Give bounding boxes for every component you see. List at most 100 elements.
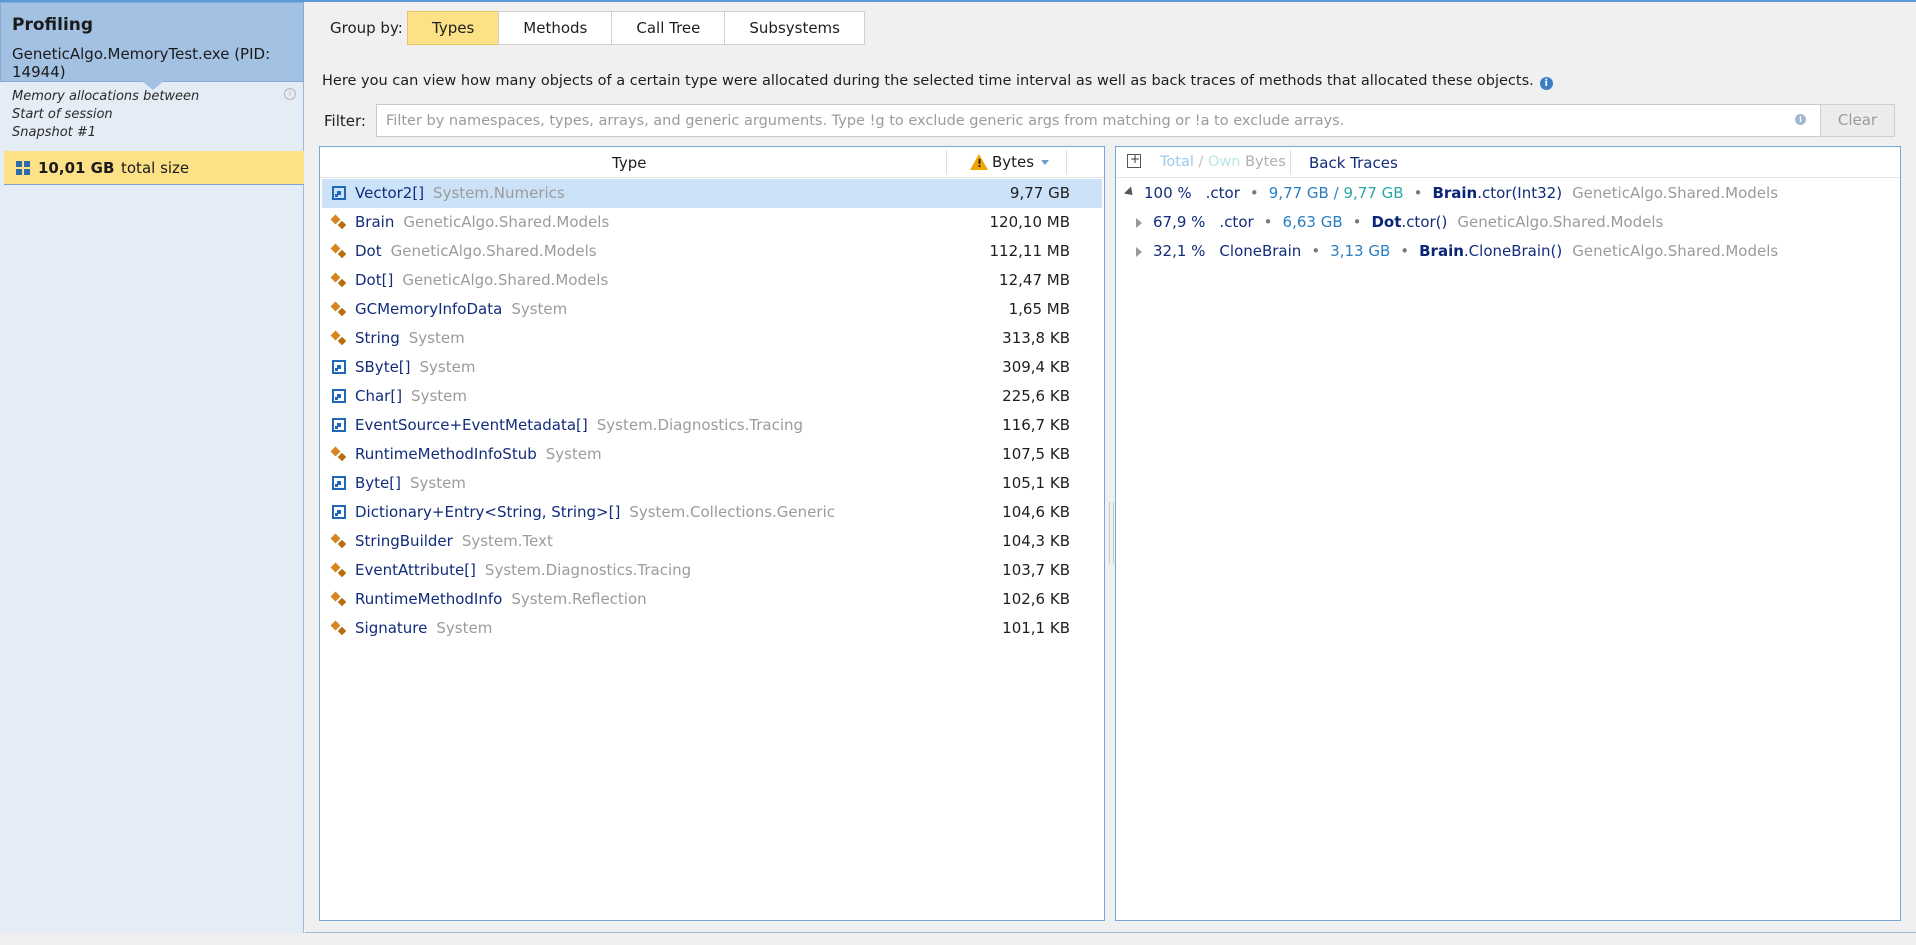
trace-row[interactable]: 100 % .ctor • 9,77 GB / 9,77 GB • Brain.ctor(…	[1116, 179, 1900, 208]
table-row[interactable]: RuntimeMethodInfoStub System 107,5 KB	[322, 440, 1102, 469]
total-size-label: total size	[121, 159, 190, 177]
snapshot-total-size[interactable]: 10,01 GB total size	[4, 151, 304, 185]
filter-info-icon[interactable]: i	[1795, 114, 1806, 125]
type-namespace: GeneticAlgo.Shared.Models	[402, 271, 609, 289]
table-row[interactable]: Signature System 101,1 KB	[322, 614, 1102, 643]
column-header-type[interactable]: Type	[612, 154, 646, 172]
table-row[interactable]: EventAttribute[] System.Diagnostics.Traci…	[322, 556, 1102, 585]
back-traces-title: Back Traces	[1309, 154, 1398, 172]
help-info-icon[interactable]: i	[1539, 77, 1553, 90]
table-row[interactable]: Dictionary+Entry<String, String>[] System…	[322, 498, 1102, 527]
bytes-cell: 313,8 KB	[1002, 329, 1070, 347]
table-row[interactable]: StringBuilder System.Text 104,3 KB	[322, 527, 1102, 556]
type-name-cell: Vector2[] System.Numerics	[355, 184, 565, 202]
type-namespace: System.Diagnostics.Tracing	[484, 561, 692, 579]
clear-button[interactable]: Clear	[1820, 104, 1895, 137]
range-line-2: Start of session	[12, 107, 113, 122]
type-name-cell: Dot[] GeneticAlgo.Shared.Models	[355, 271, 608, 289]
trace-method: .ctor	[1219, 213, 1254, 231]
type-name-cell: EventSource+EventMetadata[] System.Diagno…	[355, 416, 803, 434]
filter-input[interactable]	[376, 104, 1821, 137]
expanded-triangle-icon[interactable]	[1123, 186, 1137, 199]
bytes-cell: 225,6 KB	[1002, 387, 1070, 405]
table-row[interactable]: GCMemoryInfoData System 1,65 MB	[322, 295, 1102, 324]
type-namespace: System.Collections.Generic	[629, 503, 835, 521]
table-row[interactable]: Brain GeneticAlgo.Shared.Models 120,10 MB	[322, 208, 1102, 237]
tab-call-tree[interactable]: Call Tree	[611, 11, 726, 45]
trace-own-size: 9,77 GB	[1343, 184, 1404, 202]
type-name-cell: StringBuilder System.Text	[355, 532, 553, 550]
array-type-icon	[332, 360, 346, 374]
column-divider	[1290, 150, 1291, 174]
table-row[interactable]: RuntimeMethodInfo System.Reflection 102,6 …	[322, 585, 1102, 614]
metric-total[interactable]: Total	[1160, 154, 1194, 170]
grid-icon	[16, 161, 30, 175]
trace-row[interactable]: 67,9 % .ctor • 6,63 GB • Dot.ctor() GeneticAlg…	[1116, 208, 1900, 237]
types-table: Type Bytes Vector2[] System.Numerics 9,77 …	[319, 146, 1105, 921]
column-divider[interactable]	[946, 150, 947, 174]
type-name-cell: Brain GeneticAlgo.Shared.Models	[355, 213, 609, 231]
bytes-cell: 103,7 KB	[1002, 561, 1070, 579]
tab-methods[interactable]: Methods	[498, 11, 613, 45]
metric-toggle[interactable]: Total / Own Bytes	[1160, 154, 1286, 170]
collapsed-triangle-icon[interactable]	[1136, 218, 1142, 228]
bullet-separator: •	[1311, 242, 1321, 260]
trace-method-signature: .ctor()	[1401, 213, 1448, 231]
type-namespace: System.Diagnostics.Tracing	[596, 416, 804, 434]
collapsed-triangle-icon[interactable]	[1136, 247, 1142, 257]
array-type-icon	[332, 476, 346, 490]
trace-class: Brain	[1419, 242, 1464, 260]
metric-own[interactable]: Own	[1208, 154, 1240, 170]
class-type-icon	[332, 215, 346, 229]
trace-namespace: GeneticAlgo.Shared.Models	[1572, 242, 1779, 260]
table-row[interactable]: Dot GeneticAlgo.Shared.Models 112,11 MB	[322, 237, 1102, 266]
bytes-cell: 101,1 KB	[1002, 619, 1070, 637]
table-row[interactable]: Byte[] System 105,1 KB	[322, 469, 1102, 498]
type-name: RuntimeMethodInfoStub	[355, 445, 537, 463]
table-row[interactable]: SByte[] System 309,4 KB	[322, 353, 1102, 382]
group-by-selector: Types Methods Call Tree Subsystems	[407, 11, 865, 45]
table-row[interactable]: Dot[] GeneticAlgo.Shared.Models 12,47 MB	[322, 266, 1102, 295]
trace-class: Brain	[1432, 184, 1478, 202]
tab-types[interactable]: Types	[407, 11, 500, 45]
type-name: Brain	[355, 213, 395, 231]
type-namespace: System	[411, 387, 467, 405]
table-row[interactable]: Char[] System 225,6 KB	[322, 382, 1102, 411]
panel-splitter-handle[interactable]	[1109, 502, 1114, 564]
trace-row-content: 67,9 % .ctor • 6,63 GB • Dot.ctor() GeneticAlg…	[1153, 213, 1663, 231]
tab-subsystems[interactable]: Subsystems	[724, 11, 865, 45]
type-namespace: GeneticAlgo.Shared.Models	[403, 213, 610, 231]
info-icon[interactable]: i	[284, 88, 296, 100]
type-namespace: System	[545, 445, 602, 463]
type-name: Dot	[355, 242, 382, 260]
types-table-header: Type Bytes	[320, 147, 1104, 178]
expand-all-icon[interactable]: +	[1124, 151, 1141, 168]
bytes-header-label: Bytes	[992, 153, 1035, 171]
column-divider[interactable]	[1066, 150, 1067, 174]
table-row[interactable]: Vector2[] System.Numerics 9,77 GB	[322, 179, 1102, 208]
column-header-bytes[interactable]: Bytes	[970, 153, 1050, 171]
type-name: Dictionary+Entry<String, String>[]	[355, 503, 621, 521]
sidebar-title: Profiling	[12, 15, 94, 35]
back-traces-header: + Total / Own Bytes Back Traces	[1116, 147, 1900, 178]
type-name-cell: Char[] System	[355, 387, 467, 405]
allocation-range: Memory allocations between Start of sess…	[12, 88, 199, 142]
type-name: GCMemoryInfoData	[355, 300, 503, 318]
array-type-icon	[332, 186, 346, 200]
bullet-separator: •	[1413, 184, 1423, 202]
type-namespace: System	[408, 329, 465, 347]
profiling-header[interactable]: Profiling GeneticAlgo.MemoryTest.exe (PI…	[0, 2, 304, 82]
bytes-cell: 1,65 MB	[1008, 300, 1070, 318]
type-name-cell: Dot GeneticAlgo.Shared.Models	[355, 242, 597, 260]
trace-row[interactable]: 32,1 % CloneBrain • 3,13 GB • Brain.CloneBrai…	[1116, 237, 1900, 266]
metric-bytes[interactable]: Bytes	[1245, 154, 1286, 170]
type-name: Dot[]	[355, 271, 394, 289]
class-type-icon	[332, 273, 346, 287]
bytes-cell: 120,10 MB	[989, 213, 1071, 231]
table-row[interactable]: String System 313,8 KB	[322, 324, 1102, 353]
status-strip	[0, 933, 1916, 945]
trace-method-signature: .ctor(Int32)	[1477, 184, 1563, 202]
type-name-cell: GCMemoryInfoData System	[355, 300, 567, 318]
table-row[interactable]: EventSource+EventMetadata[] System.Diagno…	[322, 411, 1102, 440]
type-name: Vector2[]	[355, 184, 425, 202]
